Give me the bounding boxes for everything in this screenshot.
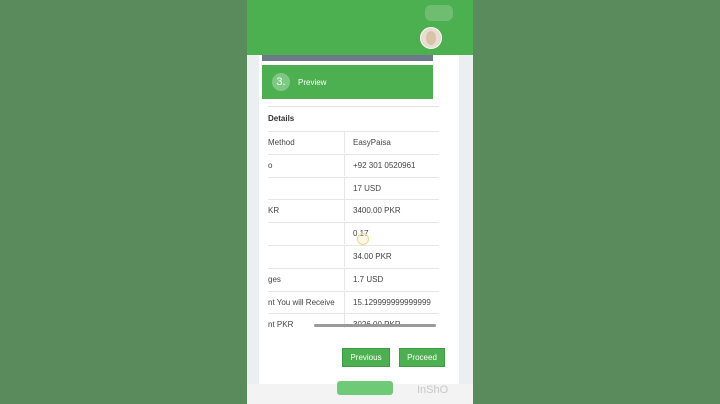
row-value: 34.00 PKR bbox=[344, 245, 439, 267]
top-app-bar bbox=[247, 0, 473, 55]
details-title: Details bbox=[268, 114, 295, 123]
row-value: +92 301 0520961 bbox=[344, 154, 439, 176]
details-table-panel[interactable]: Details Method EasyPaisa o +92 301 05209… bbox=[268, 106, 439, 328]
left-background bbox=[0, 0, 247, 404]
table-row: 34.00 PKR bbox=[268, 244, 439, 268]
step-title: Preview bbox=[298, 77, 327, 87]
previous-step-bar[interactable] bbox=[262, 55, 433, 61]
row-label: o bbox=[268, 160, 273, 170]
row-label: nt You will Receive bbox=[268, 297, 335, 307]
watermark: InShO bbox=[417, 384, 449, 396]
row-value: 3400.00 PKR bbox=[344, 200, 439, 222]
row-value: 1.7 USD bbox=[344, 268, 439, 290]
row-label: Method bbox=[268, 138, 295, 147]
table-row: 0.17 bbox=[268, 222, 439, 245]
table-row: 17 USD bbox=[268, 176, 439, 200]
horizontal-scrollbar[interactable] bbox=[314, 324, 436, 327]
row-label: ges bbox=[268, 274, 281, 284]
row-value: EasyPaisa bbox=[344, 132, 439, 153]
details-rows: Method EasyPaisa o +92 301 0520961 17 US… bbox=[268, 131, 439, 328]
table-row: o +92 301 0520961 bbox=[268, 153, 439, 177]
table-row: Method EasyPaisa bbox=[268, 131, 439, 154]
row-value: 15.129999999999999 bbox=[344, 291, 439, 313]
row-label: KR bbox=[268, 206, 280, 216]
phone-screen: 3. Preview Details Method EasyPaisa o +9… bbox=[247, 0, 473, 404]
row-value: 17 USD bbox=[344, 177, 439, 199]
right-background bbox=[473, 0, 720, 404]
step-header-preview[interactable]: 3. Preview bbox=[262, 65, 433, 99]
table-row: ges 1.7 USD bbox=[268, 267, 439, 291]
step-number-badge: 3. bbox=[272, 73, 290, 91]
previous-button[interactable]: Previous bbox=[342, 348, 390, 367]
table-row: nt You will Receive 15.129999999999999 bbox=[268, 290, 439, 314]
touch-indicator bbox=[357, 233, 369, 245]
table-row: KR 3400.00 PKR bbox=[268, 199, 439, 222]
blurred-region bbox=[425, 5, 453, 21]
avatar[interactable] bbox=[420, 27, 442, 49]
proceed-button[interactable]: Proceed bbox=[399, 348, 445, 367]
bottom-green-shape bbox=[337, 381, 393, 395]
